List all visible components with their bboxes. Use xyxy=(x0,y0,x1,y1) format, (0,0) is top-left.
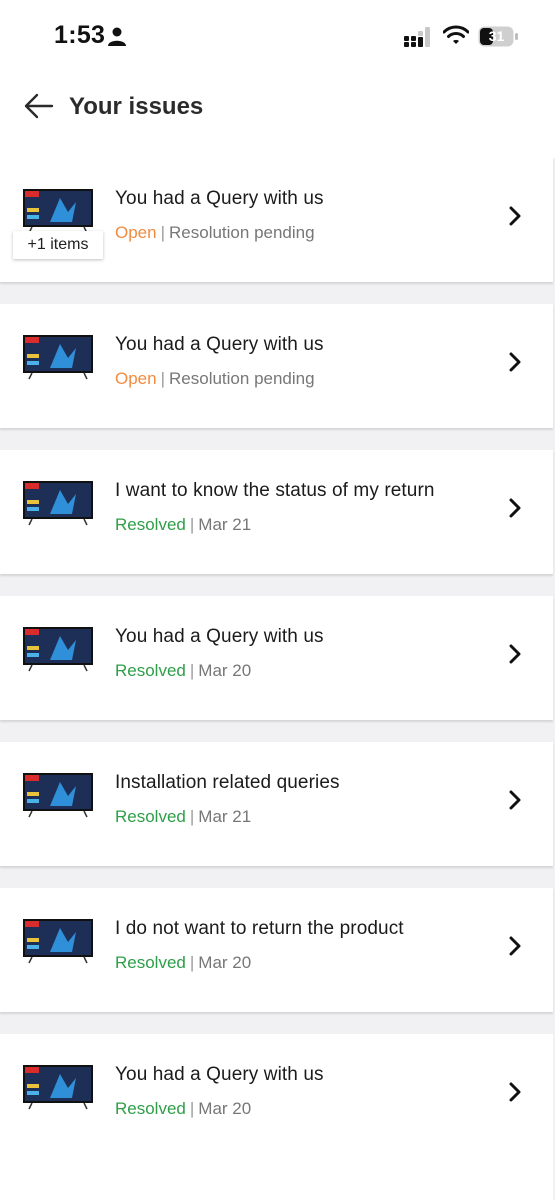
status-detail: Resolution pending xyxy=(169,223,315,242)
status-label: Resolved xyxy=(115,1099,186,1118)
status-detail: Mar 20 xyxy=(198,661,252,680)
chevron-right-icon xyxy=(509,206,521,226)
tv-thumbnail xyxy=(23,335,93,380)
issue-title: You had a Query with us xyxy=(115,1064,324,1085)
chevron-right-icon xyxy=(509,936,521,956)
chevron-right-icon xyxy=(509,498,521,518)
status-detail: Resolution pending xyxy=(169,369,315,388)
chevron-right-icon xyxy=(509,790,521,810)
back-arrow-icon[interactable] xyxy=(24,93,54,119)
tv-thumbnail xyxy=(23,189,93,234)
status-detail: Mar 20 xyxy=(198,1099,252,1118)
status-label: Open xyxy=(115,369,157,388)
tv-thumbnail xyxy=(23,627,93,672)
issue-title: I want to know the status of my return xyxy=(115,480,435,501)
person-icon xyxy=(108,27,126,46)
tv-thumbnail xyxy=(23,481,93,526)
status-bar: 1:53 31 xyxy=(0,0,555,70)
status-detail: Mar 21 xyxy=(198,515,252,534)
issue-card[interactable]: Installation related queries Resolved | Ma… xyxy=(0,742,553,866)
issue-card[interactable]: You had a Query with us Resolved | Mar 20 xyxy=(0,1034,553,1200)
issue-meta: Open | Resolution pending xyxy=(115,369,315,388)
wifi-icon xyxy=(443,25,469,44)
issue-title: You had a Query with us xyxy=(115,188,324,209)
issue-title: I do not want to return the product xyxy=(115,918,404,939)
issue-title: Installation related queries xyxy=(115,772,340,793)
page-title: Your issues xyxy=(69,93,204,120)
status-label: Resolved xyxy=(115,807,186,826)
status-label: Resolved xyxy=(115,515,186,534)
status-detail: Mar 20 xyxy=(198,953,252,972)
chevron-right-icon xyxy=(509,644,521,664)
issue-meta: Resolved | Mar 20 xyxy=(115,661,252,680)
issue-title: You had a Query with us xyxy=(115,334,324,355)
status-label: Resolved xyxy=(115,661,186,680)
battery-level: 31 xyxy=(488,28,505,44)
header: Your issues xyxy=(0,70,555,158)
status-label: Resolved xyxy=(115,953,186,972)
issue-card[interactable]: +1 items You had a Query with us Open | Re… xyxy=(0,158,553,282)
issue-card[interactable]: You had a Query with us Open | Resolution … xyxy=(0,304,553,428)
chevron-right-icon xyxy=(509,1082,521,1102)
chevron-right-icon xyxy=(509,352,521,372)
status-time: 1:53 xyxy=(54,21,106,49)
tv-thumbnail xyxy=(23,919,93,964)
issue-card[interactable]: I want to know the status of my return R… xyxy=(0,450,553,574)
issue-card[interactable]: You had a Query with us Resolved | Mar 20 xyxy=(0,596,553,720)
issue-meta: Resolved | Mar 21 xyxy=(115,515,252,534)
status-label: Open xyxy=(115,223,157,242)
issue-meta: Resolved | Mar 21 xyxy=(115,807,252,826)
issue-title: You had a Query with us xyxy=(115,626,324,647)
issue-meta: Open | Resolution pending xyxy=(115,223,315,242)
issue-meta: Resolved | Mar 20 xyxy=(115,1099,252,1118)
tv-thumbnail xyxy=(23,1065,93,1110)
signal-icon xyxy=(404,27,430,47)
status-detail: Mar 21 xyxy=(198,807,252,826)
issue-meta: Resolved | Mar 20 xyxy=(115,953,252,972)
extra-items-badge: +1 items xyxy=(13,231,103,259)
issue-card[interactable]: I do not want to return the product Reso… xyxy=(0,888,553,1012)
tv-thumbnail xyxy=(23,773,93,818)
